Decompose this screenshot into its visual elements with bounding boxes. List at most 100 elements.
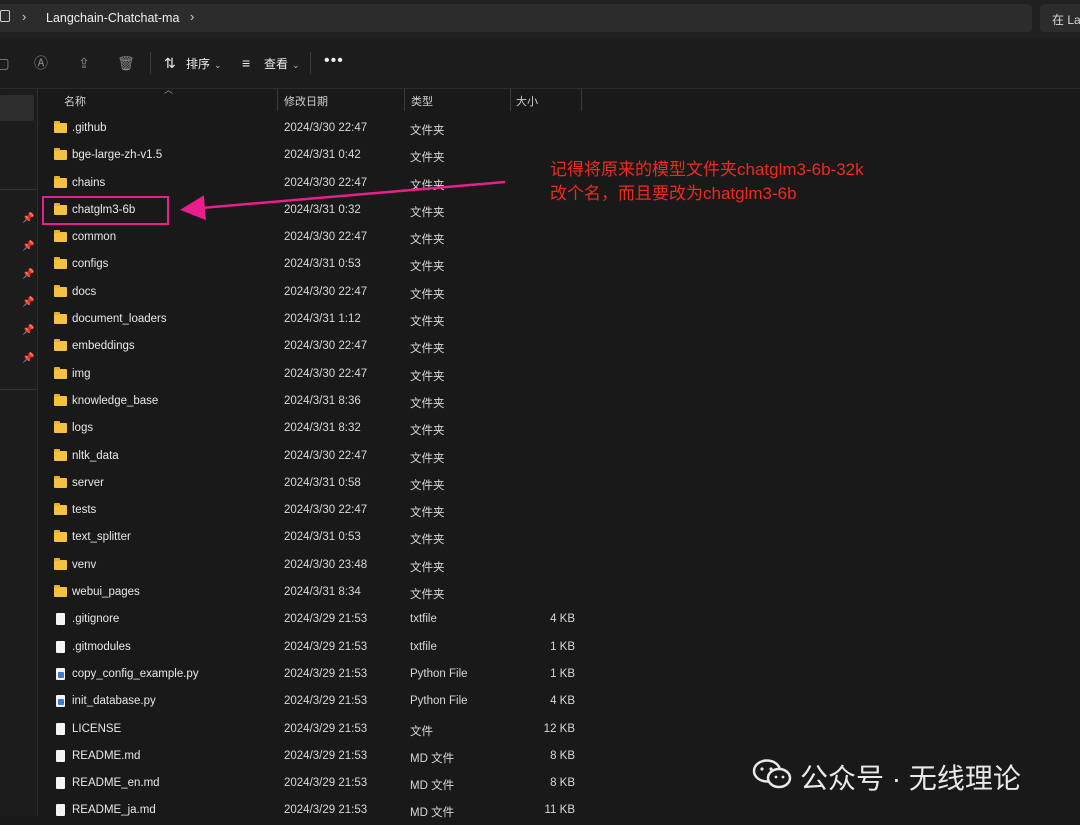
- column-header-date[interactable]: 修改日期: [284, 93, 328, 109]
- file-name: venv: [72, 558, 97, 571]
- file-type: 文件夹: [410, 370, 445, 383]
- file-name: document_loaders: [72, 313, 167, 326]
- file-modified-date: 2024/3/31 8:34: [284, 586, 361, 599]
- python-file-icon: [56, 667, 65, 680]
- file-modified-date: 2024/3/30 22:47: [284, 122, 368, 134]
- file-type: 文件夹: [410, 343, 445, 356]
- file-row[interactable]: embeddings 2024/3/30 22:47 文件夹: [38, 333, 1080, 360]
- file-modified-date: 2024/3/30 22:47: [284, 176, 368, 189]
- file-row[interactable]: document_loaders 2024/3/31 1:12 文件夹: [38, 306, 1080, 333]
- share-icon[interactable]: ⇪: [75, 54, 93, 72]
- file-row[interactable]: nltk_data 2024/3/30 22:47 文件夹: [38, 443, 1080, 470]
- file-icon: [56, 613, 65, 626]
- file-size: 1 KB: [550, 640, 575, 653]
- column-header-name[interactable]: 名称: [64, 93, 86, 109]
- file-modified-date: 2024/3/29 21:53: [284, 749, 368, 762]
- column-header-size[interactable]: 大小: [516, 93, 538, 109]
- column-resize-handle[interactable]: [404, 89, 405, 111]
- folder-icon: [54, 148, 67, 161]
- column-header-type[interactable]: 类型: [411, 93, 433, 109]
- file-row[interactable]: init_database.py 2024/3/29 21:53 Python Fi…: [38, 688, 1080, 715]
- pin-icon[interactable]: 📌: [22, 297, 34, 309]
- file-name: webui_pages: [72, 586, 140, 599]
- breadcrumb-chevron-icon[interactable]: ›: [22, 9, 26, 24]
- file-type: 文件夹: [410, 316, 445, 329]
- file-modified-date: 2024/3/30 22:47: [284, 367, 368, 380]
- folder-icon: [54, 284, 67, 297]
- search-input[interactable]: 在 La: [1040, 4, 1080, 32]
- delete-icon[interactable]: 🗑: [117, 54, 135, 72]
- file-row[interactable]: venv 2024/3/30 23:48 文件夹: [38, 552, 1080, 579]
- file-type: MD 文件: [410, 780, 455, 793]
- file-type: Python File: [410, 667, 468, 680]
- file-type: 文件夹: [410, 234, 445, 247]
- address-bar[interactable]: › Langchain-Chatchat-ma ›: [0, 4, 1032, 32]
- pin-icon[interactable]: 📌: [22, 241, 34, 253]
- column-resize-handle[interactable]: [581, 89, 582, 111]
- file-name: img: [72, 367, 91, 380]
- pin-icon[interactable]: 📌: [22, 269, 34, 281]
- file-modified-date: 2024/3/30 22:47: [284, 231, 368, 244]
- folder-icon: [54, 421, 67, 434]
- file-modified-date: 2024/3/29 21:53: [284, 613, 368, 626]
- view-button[interactable]: ≡ 查看 ⌄: [242, 52, 300, 74]
- folder-icon: [54, 339, 67, 352]
- file-name: README.md: [72, 749, 141, 762]
- chevron-down-icon: ⌄: [214, 60, 222, 70]
- file-row[interactable]: .gitignore 2024/3/29 21:53 txtfile 4 KB: [38, 606, 1080, 633]
- file-row[interactable]: tests 2024/3/30 22:47 文件夹: [38, 497, 1080, 524]
- folder-icon: [54, 503, 67, 516]
- file-row[interactable]: LICENSE 2024/3/29 21:53 文件 12 KB: [38, 716, 1080, 743]
- file-name: text_splitter: [72, 531, 131, 544]
- file-row[interactable]: img 2024/3/30 22:47 文件夹: [38, 361, 1080, 388]
- file-row[interactable]: .github 2024/3/30 22:47 文件夹: [38, 115, 1080, 142]
- file-size: 4 KB: [550, 695, 575, 708]
- file-icon: [56, 749, 65, 762]
- breadcrumb-chevron-icon[interactable]: ›: [190, 9, 194, 24]
- file-modified-date: 2024/3/30 22:47: [284, 449, 368, 462]
- search-placeholder: 在 La: [1052, 13, 1080, 27]
- breadcrumb-current-folder[interactable]: Langchain-Chatchat-ma: [46, 11, 179, 25]
- file-name: configs: [72, 258, 109, 271]
- folder-icon: [54, 557, 67, 570]
- chevron-down-icon: ⌄: [292, 60, 300, 70]
- file-row[interactable]: text_splitter 2024/3/31 0:53 文件夹: [38, 524, 1080, 551]
- file-row[interactable]: webui_pages 2024/3/31 8:34 文件夹: [38, 579, 1080, 606]
- folder-icon: [54, 585, 67, 598]
- file-row[interactable]: README_ja.md 2024/3/29 21:53 MD 文件 11 KB: [38, 797, 1080, 824]
- new-icon[interactable]: ▢: [0, 54, 12, 72]
- watermark: 公众号 · 无线理论: [752, 754, 1052, 794]
- sort-button[interactable]: ⇅ 排序 ⌄: [164, 52, 222, 74]
- file-row[interactable]: configs 2024/3/31 0:53 文件夹: [38, 251, 1080, 278]
- file-row[interactable]: knowledge_base 2024/3/31 8:36 文件夹: [38, 388, 1080, 415]
- pin-icon[interactable]: 📌: [22, 353, 34, 365]
- file-row[interactable]: .gitmodules 2024/3/29 21:53 txtfile 1 KB: [38, 634, 1080, 661]
- file-icon: [56, 777, 65, 790]
- file-row[interactable]: docs 2024/3/30 22:47 文件夹: [38, 279, 1080, 306]
- command-divider: [150, 52, 151, 74]
- column-resize-handle[interactable]: [510, 89, 511, 111]
- sort-ascending-icon: ︿: [164, 85, 174, 95]
- file-size: 11 KB: [544, 804, 575, 817]
- rename-icon[interactable]: Ⓐ: [32, 54, 50, 72]
- pin-icon[interactable]: 📌: [22, 213, 34, 225]
- file-size: 4 KB: [550, 613, 575, 626]
- file-row[interactable]: copy_config_example.py 2024/3/29 21:53 Pyt…: [38, 661, 1080, 688]
- file-type: 文件夹: [410, 507, 445, 520]
- file-row[interactable]: common 2024/3/30 22:47 文件夹: [38, 224, 1080, 251]
- command-divider: [310, 52, 311, 74]
- more-options-button[interactable]: •••: [324, 52, 344, 70]
- column-resize-handle[interactable]: [277, 89, 278, 111]
- file-name: .gitignore: [72, 613, 120, 626]
- folder-icon: [54, 393, 67, 406]
- file-row[interactable]: server 2024/3/31 0:58 文件夹: [38, 470, 1080, 497]
- file-icon: [56, 722, 65, 735]
- file-modified-date: 2024/3/31 8:36: [284, 394, 361, 407]
- nav-selected-item[interactable]: [0, 95, 34, 121]
- this-pc-icon[interactable]: [0, 10, 10, 22]
- file-row[interactable]: logs 2024/3/31 8:32 文件夹: [38, 415, 1080, 442]
- file-name: .github: [72, 122, 107, 134]
- pin-icon[interactable]: 📌: [22, 325, 34, 337]
- file-modified-date: 2024/3/30 22:47: [284, 340, 368, 353]
- file-type: 文件夹: [410, 534, 445, 547]
